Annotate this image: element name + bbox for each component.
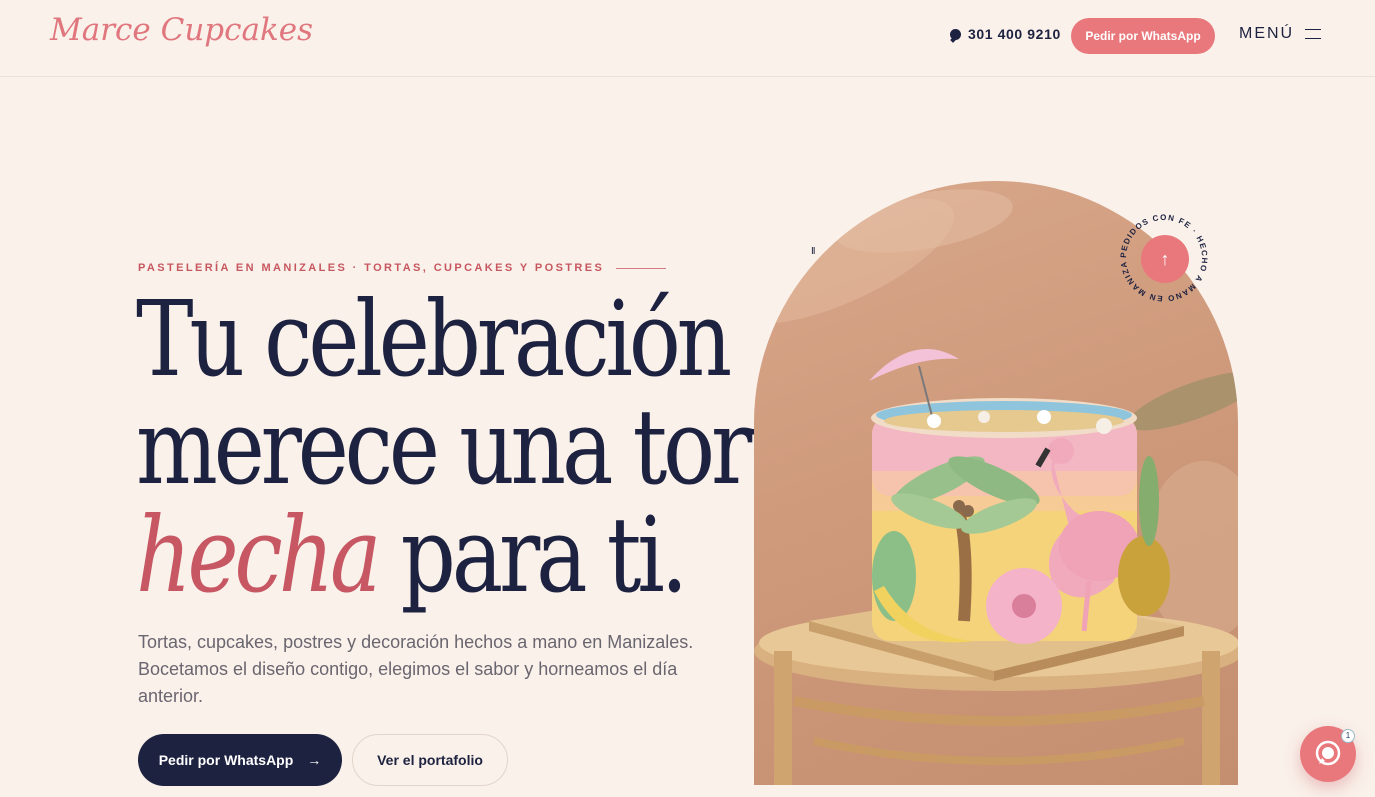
- arrow-right-icon: →: [307, 752, 322, 768]
- scroll-up-button[interactable]: ↑: [1141, 235, 1189, 283]
- phone-number: 301 400 9210: [968, 26, 1061, 42]
- whatsapp-order-button[interactable]: Pedir por WhatsApp →: [138, 734, 342, 786]
- eyebrow-text: PASTELERÍA EN MANIZALES · TORTAS, CUPCAK…: [138, 262, 605, 274]
- phone-link[interactable]: 301 400 9210: [950, 26, 1061, 42]
- headline-line-3: para ti.: [377, 494, 689, 616]
- eyebrow-divider: [616, 267, 667, 269]
- headline-line-1: Tu celebración: [136, 278, 732, 400]
- menu-toggle[interactable]: MENÚ: [1239, 25, 1322, 43]
- menu-label: MENÚ: [1239, 25, 1295, 42]
- hero-description: Tortas, cupcakes, postres y decoración h…: [138, 632, 694, 706]
- headline-accent: hecha: [136, 494, 381, 616]
- chat-bubble-icon: [950, 28, 961, 40]
- header-whatsapp-button[interactable]: Pedir por WhatsApp: [1071, 18, 1215, 54]
- whatsapp-order-label: Pedir por WhatsApp: [158, 752, 294, 768]
- portfolio-button[interactable]: Ver el portafolio: [352, 734, 508, 786]
- hero-eyebrow: PASTELERÍA EN MANIZALES · TORTAS, CUPCAK…: [138, 262, 667, 274]
- pause-icon[interactable]: II: [811, 246, 815, 257]
- arrow-up-icon: ↑: [1160, 248, 1170, 269]
- whatsapp-icon: [1315, 740, 1341, 766]
- chat-unread-badge: 1: [1341, 729, 1355, 743]
- hamburger-icon: [1305, 29, 1322, 39]
- site-header: Marce Cupcakes 301 400 9210 Pedir por Wh…: [0, 0, 1375, 77]
- headline-line-2: merece una torta: [136, 386, 830, 508]
- hero-headline: Tu celebración merece una torta hecha pa…: [136, 285, 830, 609]
- logo[interactable]: Marce Cupcakes: [50, 12, 313, 48]
